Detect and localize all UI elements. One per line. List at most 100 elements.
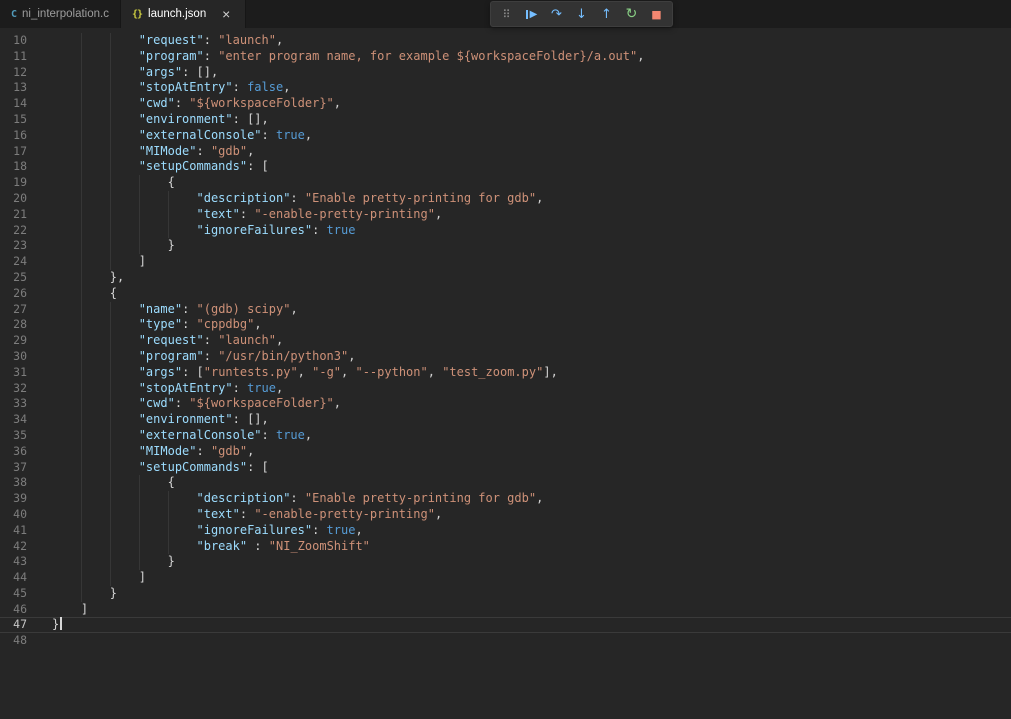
restart-button[interactable]: ↻ (619, 3, 644, 25)
code-line[interactable]: 14 "cwd": "${workspaceFolder}", (0, 96, 1011, 112)
line-number[interactable]: 27 (0, 302, 27, 318)
code-line[interactable]: 11 "program": "enter program name, for e… (0, 48, 1011, 65)
line-number[interactable]: 44 (0, 570, 27, 586)
indent-guide (109, 491, 111, 507)
line-number[interactable]: 28 (0, 317, 27, 333)
line-number[interactable]: 38 (0, 475, 27, 491)
c-file-icon: C (11, 8, 17, 20)
code-line[interactable]: 39 "description": "Enable pretty-printin… (0, 491, 1011, 507)
line-number[interactable]: 30 (0, 349, 27, 365)
code-line[interactable]: 30 "program": "/usr/bin/python3", (0, 348, 1011, 365)
code-line[interactable]: 21 "text": "-enable-pretty-printing", (0, 206, 1011, 223)
line-number[interactable]: 16 (0, 128, 27, 144)
code-line[interactable]: 19 { (0, 175, 1011, 191)
line-number[interactable]: 17 (0, 144, 27, 160)
line-number[interactable]: 12 (0, 65, 27, 81)
code-line[interactable]: 17 "MIMode": "gdb", (0, 143, 1011, 160)
line-number[interactable]: 47 (0, 617, 27, 633)
code-line[interactable]: 48 (0, 633, 1011, 649)
line-number[interactable]: 37 (0, 460, 27, 476)
code-line[interactable]: 25 }, (0, 269, 1011, 286)
line-number[interactable]: 13 (0, 80, 27, 96)
line-number[interactable]: 42 (0, 539, 27, 555)
line-number[interactable]: 26 (0, 286, 27, 302)
line-number[interactable]: 21 (0, 207, 27, 223)
line-number[interactable]: 11 (0, 49, 27, 65)
close-icon[interactable]: × (218, 6, 234, 22)
code-text: "setupCommands": [ (52, 159, 1011, 176)
line-number[interactable]: 33 (0, 396, 27, 412)
code-line[interactable]: 43 } (0, 554, 1011, 571)
tab-ni-interpolation-c[interactable]: C ni_interpolation.c (0, 0, 121, 28)
code-line[interactable]: 35 "externalConsole": true, (0, 427, 1011, 444)
line-number[interactable]: 18 (0, 159, 27, 175)
line-number[interactable]: 25 (0, 270, 27, 286)
code-text: "description": "Enable pretty-printing f… (52, 491, 1011, 507)
code-line[interactable]: 47} (0, 617, 1011, 633)
line-number[interactable]: 20 (0, 191, 27, 207)
code-line[interactable]: 12 "args": [], (0, 64, 1011, 81)
line-number[interactable]: 15 (0, 112, 27, 128)
code-line[interactable]: 44 ] (0, 570, 1011, 586)
line-number[interactable]: 34 (0, 412, 27, 428)
line-number[interactable]: 32 (0, 381, 27, 397)
indent-guide (80, 175, 82, 191)
line-number[interactable]: 19 (0, 175, 27, 191)
code-text: "name": "(gdb) scipy", (52, 301, 1011, 318)
line-number[interactable]: 35 (0, 428, 27, 444)
stop-button[interactable]: ■ (644, 3, 669, 25)
line-number[interactable]: 39 (0, 491, 27, 507)
code-editor[interactable]: 10 "request": "launch", 11 "program": "en… (0, 28, 1011, 719)
step-over-button[interactable]: ↷ (544, 3, 569, 25)
line-number[interactable]: 46 (0, 602, 27, 618)
continue-button[interactable]: ▶ (519, 3, 544, 25)
drag-handle[interactable]: ⠿ (494, 3, 519, 25)
line-number[interactable]: 41 (0, 523, 27, 539)
line-number[interactable]: 43 (0, 554, 27, 570)
code-text: "MIMode": "gdb", (52, 443, 1011, 460)
line-number[interactable]: 45 (0, 586, 27, 602)
line-number[interactable]: 31 (0, 365, 27, 381)
code-line[interactable]: 42 "break" : "NI_ZoomShift" (0, 538, 1011, 555)
indent-guide (109, 348, 111, 365)
line-number[interactable]: 10 (0, 33, 27, 49)
code-line[interactable]: 37 "setupCommands": [ (0, 459, 1011, 476)
code-line[interactable]: 46 ] (0, 602, 1011, 618)
line-number[interactable]: 14 (0, 96, 27, 112)
code-line[interactable]: 22 "ignoreFailures": true (0, 222, 1011, 239)
code-line[interactable]: 38 { (0, 475, 1011, 492)
line-number[interactable]: 40 (0, 507, 27, 523)
tab-launch-json[interactable]: {} launch.json × (120, 0, 247, 28)
code-line[interactable]: 16 "externalConsole": true, (0, 127, 1011, 144)
code-line[interactable]: 33 "cwd": "${workspaceFolder}", (0, 396, 1011, 413)
code-line[interactable]: 26 { (0, 285, 1011, 302)
line-number[interactable]: 29 (0, 333, 27, 349)
line-number[interactable]: 36 (0, 444, 27, 460)
step-into-button[interactable]: ↓ (569, 3, 594, 25)
code-line[interactable]: 27 "name": "(gdb) scipy", (0, 301, 1011, 318)
code-line[interactable]: 29 "request": "launch", (0, 333, 1011, 349)
line-number[interactable]: 24 (0, 254, 27, 270)
indent-guide (80, 269, 82, 286)
step-out-button[interactable]: ↑ (594, 3, 619, 25)
line-number[interactable]: 22 (0, 223, 27, 239)
code-line[interactable]: 40 "text": "-enable-pretty-printing", (0, 506, 1011, 523)
code-line[interactable]: 10 "request": "launch", (0, 33, 1011, 49)
code-line[interactable]: 23 } (0, 238, 1011, 255)
code-line[interactable]: 31 "args": ["runtests.py", "-g", "--pyth… (0, 364, 1011, 381)
code-line[interactable]: 28 "type": "cppdbg", (0, 317, 1011, 334)
code-line[interactable]: 24 ] (0, 254, 1011, 270)
code-line[interactable]: 32 "stopAtEntry": true, (0, 380, 1011, 397)
code-line[interactable]: 41 "ignoreFailures": true, (0, 522, 1011, 539)
code-line[interactable]: 13 "stopAtEntry": false, (0, 80, 1011, 97)
code-line[interactable]: 20 "description": "Enable pretty-printin… (0, 190, 1011, 207)
code-line[interactable]: 34 "environment": [], (0, 412, 1011, 428)
code-line[interactable]: 15 "environment": [], (0, 111, 1011, 128)
code-line[interactable]: 45 } (0, 585, 1011, 602)
code-line[interactable]: 36 "MIMode": "gdb", (0, 443, 1011, 460)
line-number[interactable]: 48 (0, 633, 27, 649)
line-number[interactable]: 23 (0, 238, 27, 254)
code-line[interactable]: 18 "setupCommands": [ (0, 159, 1011, 176)
code-text: "text": "-enable-pretty-printing", (52, 206, 1011, 223)
indent-guide (80, 538, 82, 555)
